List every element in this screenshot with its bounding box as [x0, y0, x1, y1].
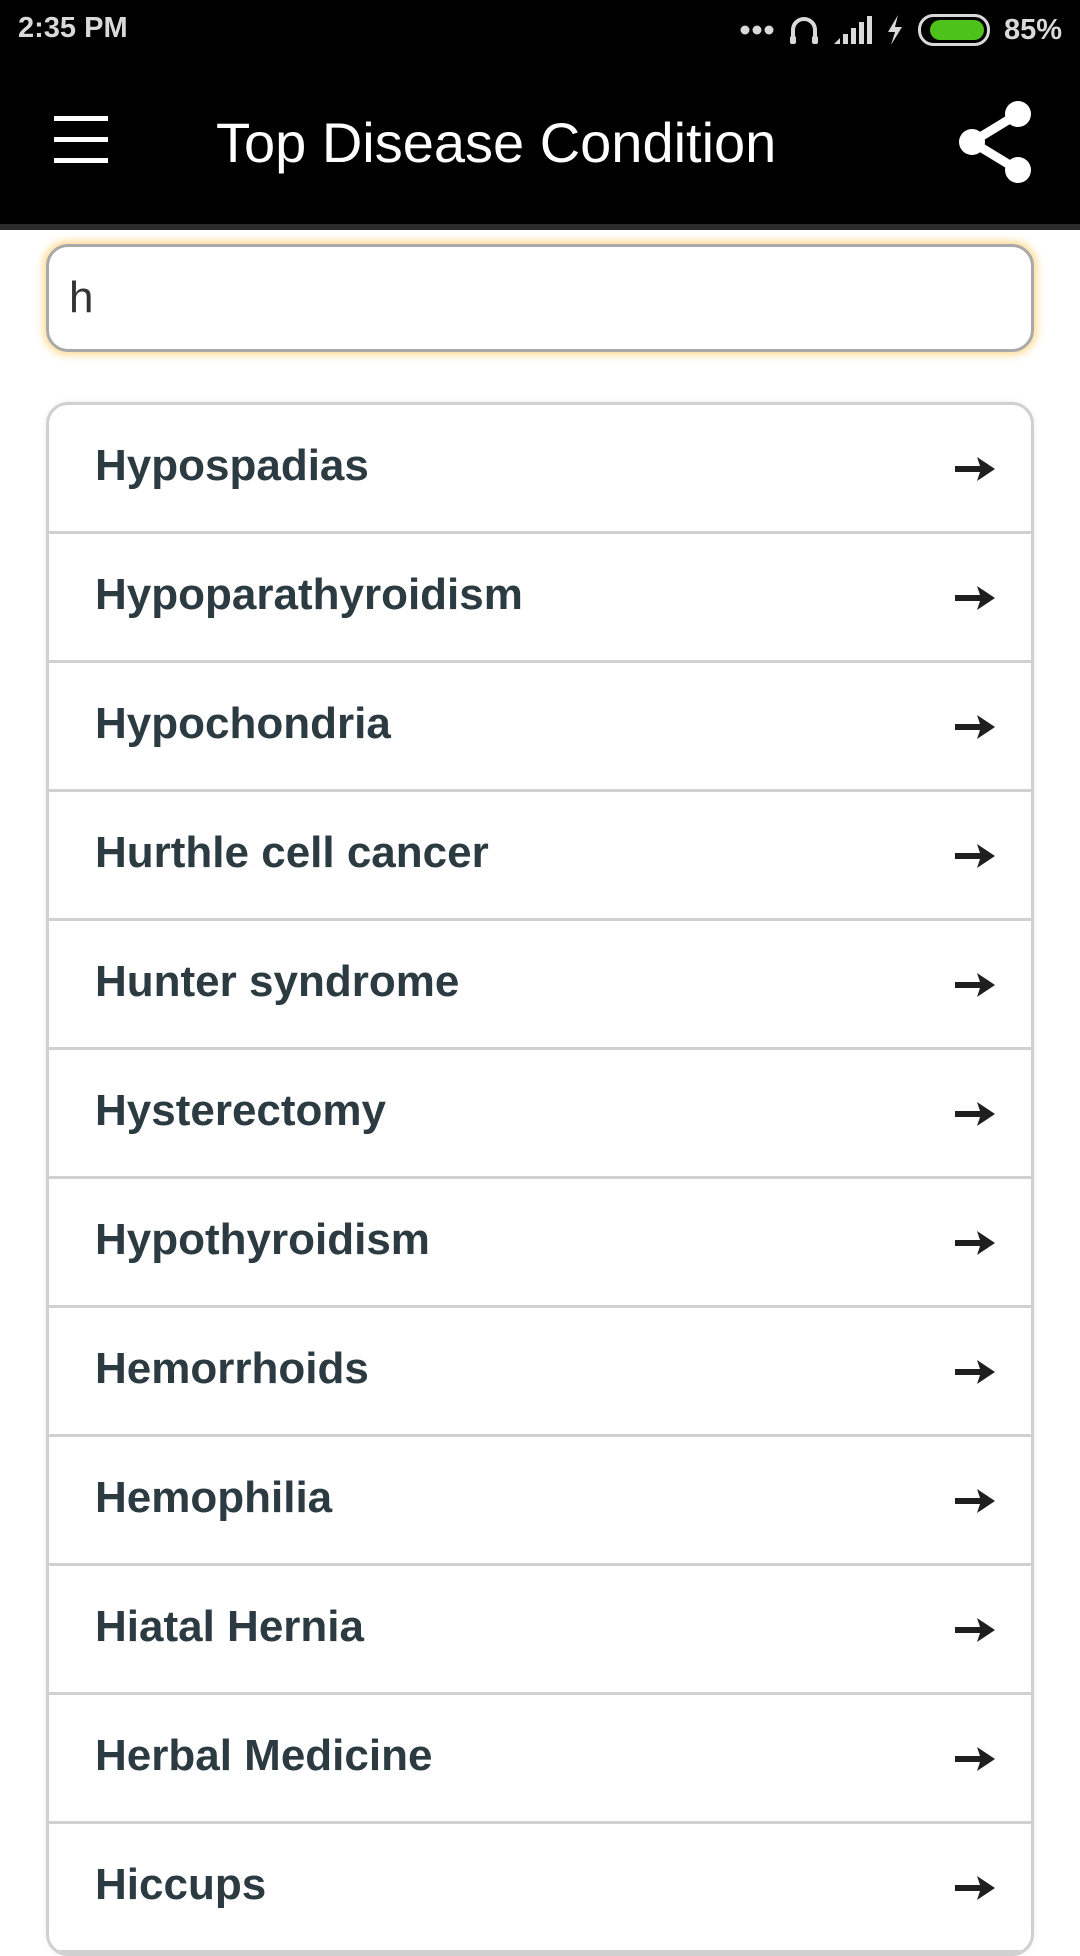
list-item-label: Hypochondria	[95, 699, 391, 748]
list-item[interactable]: Hurthle cell cancer	[49, 792, 1031, 921]
headphones-icon	[789, 17, 818, 44]
arrow-right-icon	[955, 715, 995, 739]
arrow-right-icon	[955, 1360, 995, 1384]
hamburger-menu-icon-line	[54, 158, 108, 163]
app-title: Top Disease Condition	[216, 111, 777, 174]
search-field-container	[46, 244, 1034, 352]
arrow-right-icon	[955, 973, 995, 997]
arrow-right-icon	[955, 457, 995, 481]
search-input[interactable]	[49, 247, 1031, 349]
list-item-label: Hypospadias	[95, 441, 369, 490]
list-item[interactable]: Hemophilia	[49, 1437, 1031, 1566]
results-list: Hypospadias Hypoparathyroidism Hypochond…	[46, 402, 1034, 1956]
list-item-label: Hemophilia	[95, 1473, 333, 1522]
list-item[interactable]: Herbal Medicine	[49, 1695, 1031, 1824]
hamburger-menu-icon-line	[54, 137, 108, 142]
status-bar: 2:35 PM 85%	[0, 0, 1080, 60]
battery-percent: 85%	[1003, 13, 1062, 46]
list-item[interactable]: Hiccups	[49, 1824, 1031, 1953]
list-item[interactable]: Hypochondria	[49, 663, 1031, 792]
hamburger-menu-button[interactable]	[50, 112, 116, 168]
app-bar: Top Disease Condition	[0, 60, 1080, 230]
arrow-right-icon	[955, 1876, 995, 1900]
battery-icon	[917, 14, 990, 46]
share-icon	[959, 101, 1031, 183]
list-item-label: Hysterectomy	[95, 1086, 387, 1135]
arrow-right-icon	[955, 1489, 995, 1513]
list-item[interactable]: Hypospadias	[49, 405, 1031, 534]
list-item-label: Hypoparathyroidism	[95, 570, 523, 619]
hamburger-menu-icon	[54, 116, 108, 121]
list-item-label: Herbal Medicine	[95, 1731, 433, 1780]
list-item-label: Hiatal Hernia	[95, 1602, 364, 1651]
status-icons: 85%	[740, 10, 1062, 50]
list-item-label: Hemorrhoids	[95, 1344, 369, 1393]
list-item[interactable]: Hunter syndrome	[49, 921, 1031, 1050]
list-item[interactable]: Hemorrhoids	[49, 1308, 1031, 1437]
share-button[interactable]	[956, 100, 1036, 184]
arrow-right-icon	[955, 1618, 995, 1642]
arrow-right-icon	[955, 1231, 995, 1255]
charging-icon	[887, 15, 902, 45]
status-time: 2:35 PM	[18, 12, 128, 44]
arrow-right-icon	[955, 844, 995, 868]
battery-fill	[929, 20, 984, 40]
signal-icon	[833, 16, 872, 44]
arrow-right-icon	[955, 586, 995, 610]
list-item[interactable]: Hiatal Hernia	[49, 1566, 1031, 1695]
list-item-label: Hunter syndrome	[95, 957, 460, 1006]
list-item-label: Hurthle cell cancer	[95, 828, 489, 877]
arrow-right-icon	[955, 1747, 995, 1771]
more-dots-icon	[740, 25, 774, 35]
list-item-label: Hiccups	[95, 1860, 267, 1909]
list-item-label: Hypothyroidism	[95, 1215, 430, 1264]
arrow-right-icon	[955, 1102, 995, 1126]
list-item[interactable]: Hysterectomy	[49, 1050, 1031, 1179]
list-item[interactable]: Hypothyroidism	[49, 1179, 1031, 1308]
list-item[interactable]: Hypoparathyroidism	[49, 534, 1031, 663]
